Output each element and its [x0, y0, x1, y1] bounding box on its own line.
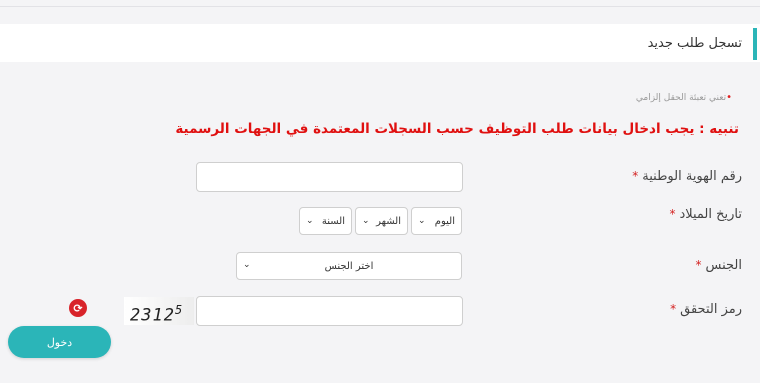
year-select[interactable]: السنة ⌄	[299, 207, 352, 235]
required-star: *	[669, 207, 676, 221]
required-star: *	[670, 302, 677, 316]
page-title: تسجل طلب جديد	[647, 36, 742, 51]
month-select-value: الشهر	[376, 215, 401, 227]
birth-date-label: تاريخ الميلاد*	[669, 207, 742, 222]
required-star: *	[632, 169, 639, 183]
refresh-icon[interactable]: ⟳	[69, 299, 87, 317]
required-note-text: تعني تعبئة الحقل إلزامي	[635, 93, 727, 103]
captcha-label: رمز التحقق*	[670, 302, 742, 317]
warning-message: تنبيه : يجب ادخال بيانات طلب التوظيف حسب…	[175, 121, 739, 137]
header-accent	[753, 28, 757, 60]
day-select[interactable]: اليوم ⌄	[411, 207, 462, 235]
captcha-code-main: 2312	[130, 305, 175, 326]
chevron-down-icon: ⌄	[362, 216, 370, 226]
top-divider	[0, 6, 760, 7]
year-select-value: السنة	[321, 215, 345, 227]
national-id-label: رقم الهوية الوطنية*	[632, 169, 742, 184]
chevron-down-icon: ⌄	[243, 260, 251, 270]
chevron-down-icon: ⌄	[418, 216, 426, 226]
gender-select[interactable]: اختر الجنس ⌄	[236, 252, 462, 280]
captcha-code-sup: 5	[174, 303, 184, 317]
gender-label: الجنس*	[696, 258, 742, 273]
national-id-label-text: رقم الهوية الوطنية	[642, 169, 742, 184]
chevron-down-icon: ⌄	[306, 216, 314, 226]
captcha-label-text: رمز التحقق	[680, 302, 742, 317]
captcha-code: 23125	[130, 303, 183, 326]
month-select[interactable]: الشهر ⌄	[355, 207, 408, 235]
required-marker: •	[726, 92, 732, 103]
gender-label-text: الجنس	[705, 258, 742, 273]
required-note: •تعني تعبئة الحقل إلزامي	[636, 92, 732, 103]
birth-date-label-text: تاريخ الميلاد	[679, 207, 742, 222]
required-star: *	[695, 258, 702, 272]
day-select-value: اليوم	[434, 215, 455, 227]
page-header	[0, 24, 760, 62]
login-button[interactable]: دخول	[8, 326, 111, 358]
captcha-input[interactable]	[196, 296, 463, 326]
gender-select-value: اختر الجنس	[324, 261, 374, 272]
national-id-input[interactable]	[196, 162, 463, 192]
